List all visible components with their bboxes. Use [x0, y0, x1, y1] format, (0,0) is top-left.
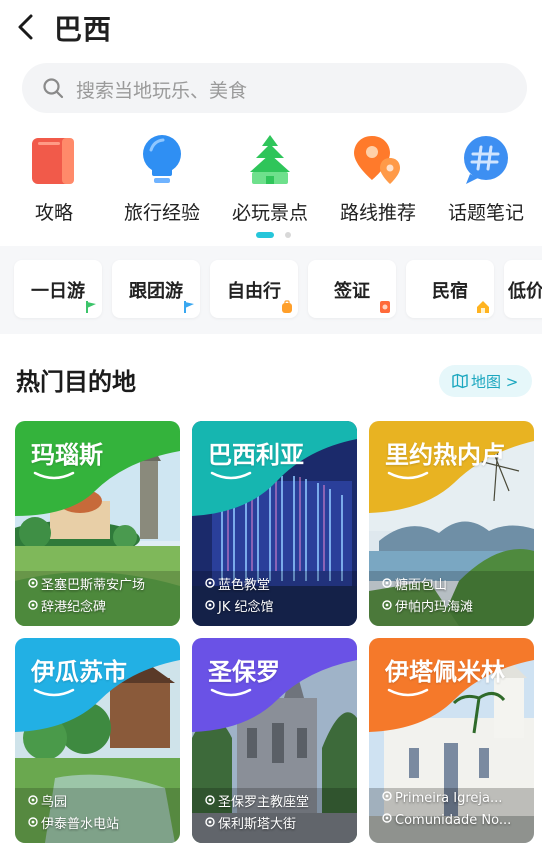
header-bar: 巴西	[0, 0, 542, 54]
route-pin-icon	[354, 136, 400, 184]
section-title: 热门目的地	[16, 368, 136, 396]
destination-card-manaus[interactable]: 玛瑙斯 圣塞巴斯蒂安广场 辞港纪念碑	[15, 421, 180, 626]
attraction-item: JK 纪念馆	[204, 596, 352, 615]
attraction-item: 鸟园	[27, 791, 175, 810]
attraction-item: Comunidade No...	[381, 813, 529, 828]
destination-card-foz-do-iguacu[interactable]: 伊瓜苏市 鸟园 伊泰普水电站	[15, 638, 180, 843]
location-pin-icon	[28, 600, 38, 610]
smile-decoration	[33, 471, 75, 480]
lightbulb-icon	[143, 135, 181, 183]
location-pin-icon	[382, 813, 392, 823]
destination-card-rio[interactable]: 里约热内卢 糖面包山 伊帕内玛海滩	[369, 421, 534, 626]
location-pin-icon	[28, 795, 38, 805]
destination-card-sao-paulo[interactable]: 圣保罗 圣保罗主教座堂 保利斯塔大街	[192, 638, 357, 843]
attraction-item: 伊泰普水电站	[27, 813, 175, 832]
attraction-item: 圣塞巴斯蒂安广场	[27, 574, 175, 593]
destination-card-brasilia[interactable]: 巴西利亚 蓝色教堂 JK 纪念馆	[192, 421, 357, 626]
location-pin-icon	[205, 795, 215, 805]
category-travel-experience[interactable]: 旅行经验	[108, 128, 216, 228]
category-guide[interactable]: 攻略	[0, 128, 108, 228]
attraction-item: 糖面包山	[381, 574, 529, 593]
page-dot	[285, 232, 291, 238]
category-row: 攻略 旅行经验 必玩景点 路线推荐 话题笔记	[0, 128, 542, 228]
category-label: 必玩景点	[231, 202, 308, 224]
destination-name: 伊瓜苏市	[31, 658, 127, 686]
chip-homestay[interactable]: 民宿	[406, 260, 494, 318]
map-icon	[452, 373, 468, 389]
location-pin-icon	[205, 600, 215, 610]
category-label: 话题笔记	[447, 202, 524, 224]
search-input[interactable]: 搜索当地玩乐、美食	[22, 63, 527, 113]
chip-day-tour[interactable]: 一日游	[14, 260, 102, 318]
pagoda-icon	[250, 135, 290, 184]
destination-name: 玛瑙斯	[31, 441, 103, 469]
chip-label: 低价	[508, 281, 542, 302]
search-icon	[43, 78, 64, 99]
destination-card-itapemirim[interactable]: 伊塔佩米林 Primeira Igreja... Comunidade No..…	[369, 638, 534, 843]
chip-group-tour[interactable]: 跟团游	[112, 260, 200, 318]
attraction-item: Primeira Igreja...	[381, 791, 529, 806]
destination-name: 里约热内卢	[385, 441, 505, 469]
passport-icon	[380, 301, 390, 313]
attraction-item: 圣保罗主教座堂	[204, 791, 352, 810]
location-pin-icon	[205, 578, 215, 588]
guide-book-icon	[32, 138, 74, 184]
smile-decoration	[210, 688, 252, 697]
flag-icon	[86, 301, 96, 313]
location-pin-icon	[28, 578, 38, 588]
category-label: 路线推荐	[339, 202, 416, 224]
page-title: 巴西	[54, 13, 113, 46]
map-button-label: 地图 >	[471, 373, 519, 391]
smile-decoration	[387, 471, 429, 480]
location-pin-icon	[28, 817, 38, 827]
location-pin-icon	[382, 578, 392, 588]
chip-visa[interactable]: 签证	[308, 260, 396, 318]
page-dot-active	[256, 232, 274, 238]
backpack-icon	[282, 300, 292, 313]
destination-name: 圣保罗	[208, 658, 280, 686]
category-route[interactable]: 路线推荐	[324, 128, 432, 228]
category-topic-notes[interactable]: 话题笔记	[432, 128, 540, 228]
house-icon	[477, 301, 489, 313]
search-placeholder: 搜索当地玩乐、美食	[76, 80, 248, 102]
category-must-see[interactable]: 必玩景点	[216, 128, 324, 228]
destination-name: 巴西利亚	[208, 441, 304, 469]
destination-name: 伊塔佩米林	[385, 658, 505, 686]
service-chip-row: 一日游 跟团游 自由行 签证 民宿 低价	[0, 246, 542, 334]
category-label: 旅行经验	[123, 202, 200, 224]
location-pin-icon	[382, 600, 392, 610]
attraction-item: 蓝色教堂	[204, 574, 352, 593]
location-pin-icon	[382, 791, 392, 801]
attraction-item: 辞港纪念碑	[27, 596, 175, 615]
attraction-item: 伊帕内玛海滩	[381, 596, 529, 615]
location-pin-icon	[205, 817, 215, 827]
back-arrow-icon[interactable]	[12, 12, 42, 42]
chip-low-price[interactable]: 低价	[504, 260, 542, 318]
page-indicator	[0, 232, 542, 240]
smile-decoration	[387, 688, 429, 697]
smile-decoration	[210, 471, 252, 480]
hashtag-chat-icon	[464, 136, 508, 184]
smile-decoration	[33, 688, 75, 697]
map-button[interactable]: 地图 >	[439, 365, 532, 397]
flag-icon	[184, 301, 194, 313]
attraction-item: 保利斯塔大街	[204, 813, 352, 832]
chip-free-travel[interactable]: 自由行	[210, 260, 298, 318]
category-label: 攻略	[34, 202, 73, 224]
